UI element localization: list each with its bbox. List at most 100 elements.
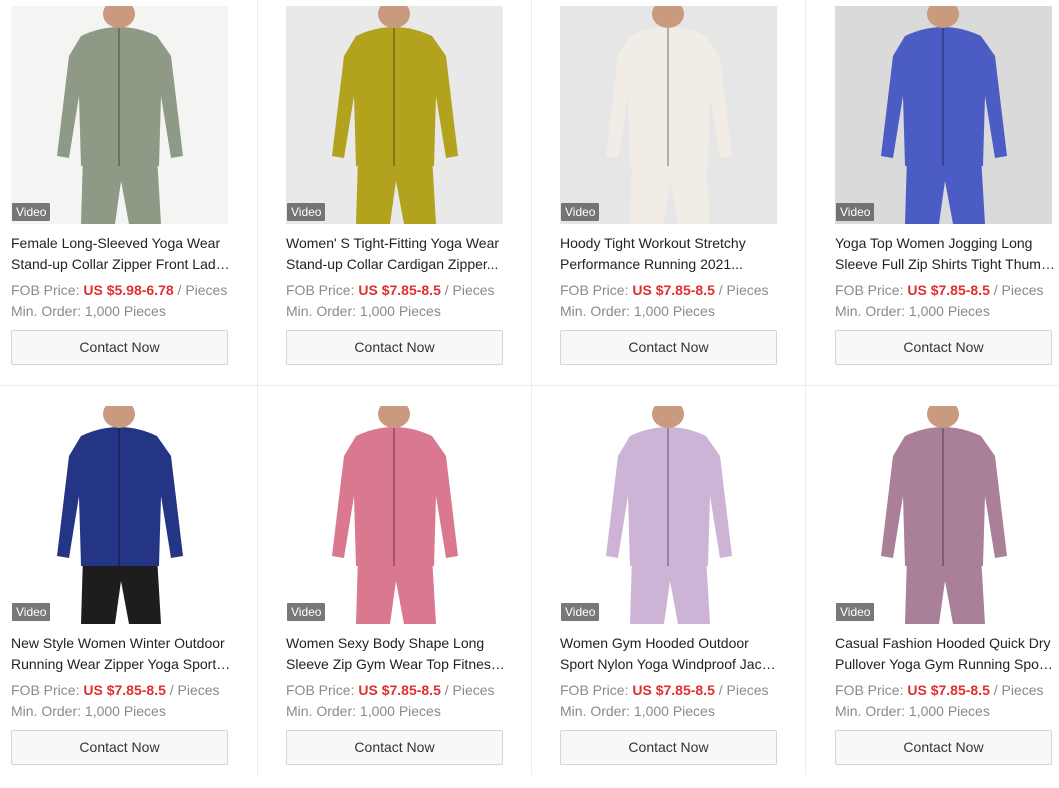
price-value: US $7.85-8.5 <box>632 282 715 298</box>
product-title-line: Pullover Yoga Gym Running Sport... <box>835 656 1055 672</box>
product-title-line: Female Long-Sleeved Yoga Wear <box>11 235 221 251</box>
price-value: US $7.85-8.5 <box>907 682 990 698</box>
product-card[interactable]: Video Casual Fashion Hooded Quick Dry Pu… <box>824 400 1059 788</box>
min-order: Min. Order: 1,000 Pieces <box>560 303 715 319</box>
product-grid: Video Female Long-Sleeved Yoga Wear Stan… <box>0 0 1059 775</box>
product-title[interactable]: Women Sexy Body Shape Long Sleeve Zip Gy… <box>286 633 506 675</box>
price-unit: / Pieces <box>444 282 495 298</box>
product-title-line: Hoody Tight Workout Stretchy <box>560 235 746 251</box>
contact-now-button[interactable]: Contact Now <box>286 730 503 765</box>
product-card[interactable]: Video New Style Women Winter Outdoor Run… <box>0 400 274 788</box>
product-title-line: Women Sexy Body Shape Long <box>286 635 485 651</box>
product-title[interactable]: Yoga Top Women Jogging Long Sleeve Full … <box>835 233 1055 275</box>
product-card[interactable]: Video Women Gym Hooded Outdoor Sport Nyl… <box>549 400 823 788</box>
contact-now-button[interactable]: Contact Now <box>560 730 777 765</box>
fob-price-label: FOB Price: <box>11 282 80 298</box>
product-title[interactable]: New Style Women Winter Outdoor Running W… <box>11 633 231 675</box>
fob-price-label: FOB Price: <box>11 682 80 698</box>
price-unit: / Pieces <box>993 682 1044 698</box>
price-value: US $7.85-8.5 <box>83 682 166 698</box>
price-unit: / Pieces <box>177 282 228 298</box>
product-image[interactable] <box>835 6 1052 224</box>
product-photo <box>835 406 1052 624</box>
product-title[interactable]: Hoody Tight Workout Stretchy Performance… <box>560 233 780 275</box>
price-value: US $7.85-8.5 <box>358 282 441 298</box>
video-badge: Video <box>836 603 875 621</box>
product-card[interactable]: Video Female Long-Sleeved Yoga Wear Stan… <box>0 0 274 388</box>
product-image[interactable] <box>560 406 777 624</box>
video-badge: Video <box>561 603 600 621</box>
min-order: Min. Order: 1,000 Pieces <box>835 703 990 719</box>
product-title-line: Women' S Tight-Fitting Yoga Wear <box>286 235 500 251</box>
product-image[interactable] <box>835 406 1052 624</box>
price-unit: / Pieces <box>169 682 220 698</box>
fob-price: FOB Price: US $7.85-8.5 / Pieces <box>835 281 1044 299</box>
product-card[interactable]: Video Yoga Top Women Jogging Long Sleeve… <box>824 0 1059 388</box>
product-title[interactable]: Women Gym Hooded Outdoor Sport Nylon Yog… <box>560 633 780 675</box>
video-badge: Video <box>287 603 326 621</box>
fob-price-label: FOB Price: <box>560 682 629 698</box>
fob-price: FOB Price: US $7.85-8.5 / Pieces <box>560 281 769 299</box>
product-title[interactable]: Female Long-Sleeved Yoga Wear Stand-up C… <box>11 233 231 275</box>
product-image[interactable] <box>560 6 777 224</box>
price-unit: / Pieces <box>993 282 1044 298</box>
min-order: Min. Order: 1,000 Pieces <box>11 703 166 719</box>
fob-price-label: FOB Price: <box>286 282 355 298</box>
price-value: US $5.98-6.78 <box>83 282 174 298</box>
price-unit: / Pieces <box>718 282 769 298</box>
fob-price-label: FOB Price: <box>835 682 904 698</box>
min-order: Min. Order: 1,000 Pieces <box>286 703 441 719</box>
contact-now-button[interactable]: Contact Now <box>560 330 777 365</box>
contact-now-button[interactable]: Contact Now <box>835 730 1052 765</box>
min-order: Min. Order: 1,000 Pieces <box>560 703 715 719</box>
product-image[interactable] <box>11 406 228 624</box>
product-title-line: Sleeve Zip Gym Wear Top Fitness... <box>286 656 506 672</box>
fob-price: FOB Price: US $7.85-8.5 / Pieces <box>11 681 220 699</box>
video-badge: Video <box>12 603 51 621</box>
product-title-line: Stand-up Collar Cardigan Zipper... <box>286 256 499 272</box>
product-title[interactable]: Casual Fashion Hooded Quick Dry Pullover… <box>835 633 1055 675</box>
product-image[interactable] <box>286 406 503 624</box>
video-badge: Video <box>836 203 875 221</box>
product-image[interactable] <box>286 6 503 224</box>
product-title-line: Casual Fashion Hooded Quick Dry <box>835 635 1051 651</box>
product-title-line: New Style Women Winter Outdoor <box>11 635 225 651</box>
product-photo <box>11 6 228 224</box>
video-badge: Video <box>287 203 326 221</box>
product-title-line: Stand-up Collar Zipper Front Lady... <box>11 256 231 272</box>
product-photo <box>286 6 503 224</box>
contact-now-button[interactable]: Contact Now <box>835 330 1052 365</box>
product-photo <box>11 406 228 624</box>
fob-price: FOB Price: US $7.85-8.5 / Pieces <box>835 681 1044 699</box>
fob-price-label: FOB Price: <box>286 682 355 698</box>
contact-now-button[interactable]: Contact Now <box>286 330 503 365</box>
product-title-line: Sport Nylon Yoga Windproof Jack... <box>560 656 780 672</box>
product-card[interactable]: Video Women' S Tight-Fitting Yoga Wear S… <box>275 0 549 388</box>
min-order: Min. Order: 1,000 Pieces <box>286 303 441 319</box>
product-photo <box>560 406 777 624</box>
product-photo <box>286 406 503 624</box>
fob-price: FOB Price: US $7.85-8.5 / Pieces <box>286 681 495 699</box>
price-value: US $7.85-8.5 <box>632 682 715 698</box>
min-order: Min. Order: 1,000 Pieces <box>11 303 166 319</box>
video-badge: Video <box>12 203 51 221</box>
product-title[interactable]: Women' S Tight-Fitting Yoga Wear Stand-u… <box>286 233 506 275</box>
price-unit: / Pieces <box>718 682 769 698</box>
product-card[interactable]: Video Hoody Tight Workout Stretchy Perfo… <box>549 0 823 388</box>
video-badge: Video <box>561 203 600 221</box>
fob-price-label: FOB Price: <box>835 282 904 298</box>
fob-price: FOB Price: US $7.85-8.5 / Pieces <box>560 681 769 699</box>
fob-price: FOB Price: US $7.85-8.5 / Pieces <box>286 281 495 299</box>
product-title-line: Yoga Top Women Jogging Long <box>835 235 1033 251</box>
product-image[interactable] <box>11 6 228 224</box>
price-value: US $7.85-8.5 <box>907 282 990 298</box>
product-title-line: Sleeve Full Zip Shirts Tight Thumb... <box>835 256 1055 272</box>
contact-now-button[interactable]: Contact Now <box>11 730 228 765</box>
product-card[interactable]: Video Women Sexy Body Shape Long Sleeve … <box>275 400 549 788</box>
fob-price: FOB Price: US $5.98-6.78 / Pieces <box>11 281 227 299</box>
min-order: Min. Order: 1,000 Pieces <box>835 303 990 319</box>
price-unit: / Pieces <box>444 682 495 698</box>
contact-now-button[interactable]: Contact Now <box>11 330 228 365</box>
fob-price-label: FOB Price: <box>560 282 629 298</box>
price-value: US $7.85-8.5 <box>358 682 441 698</box>
